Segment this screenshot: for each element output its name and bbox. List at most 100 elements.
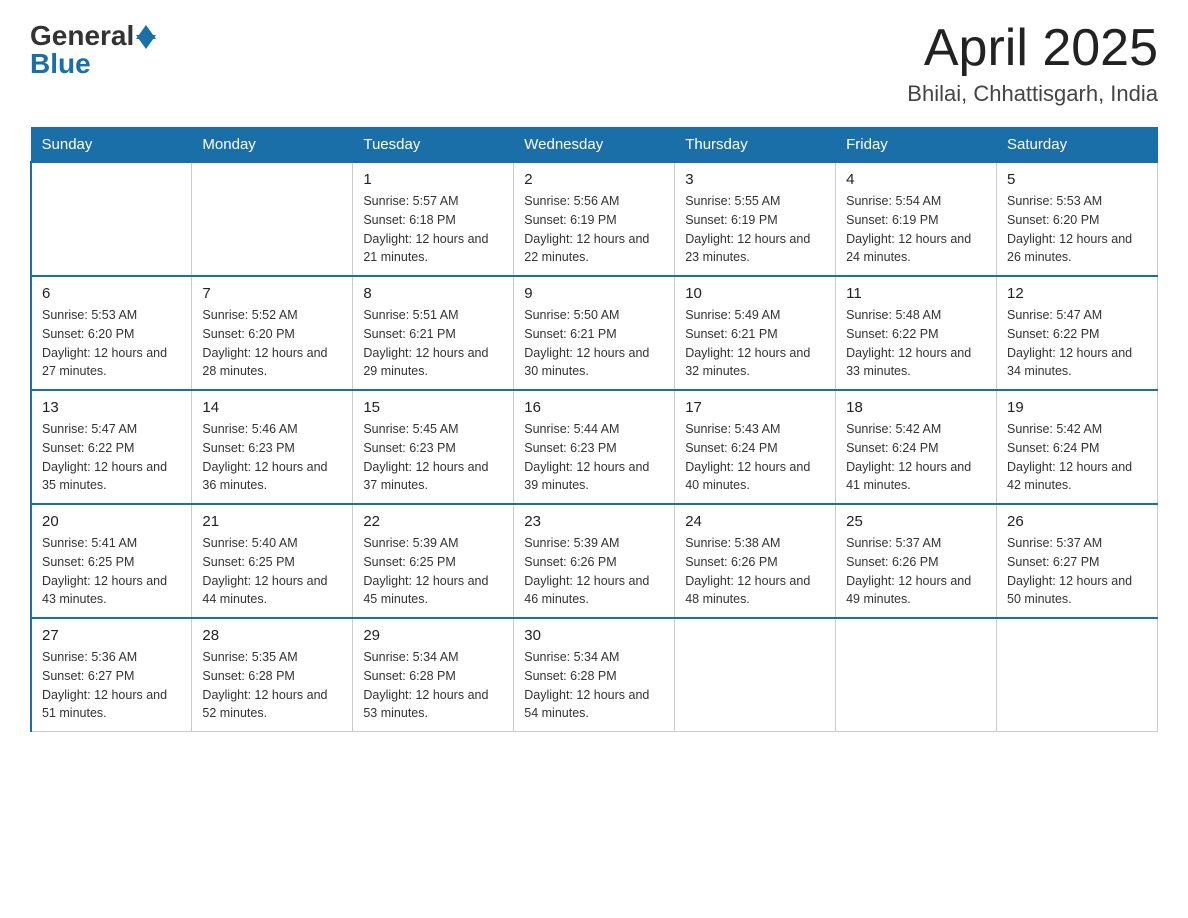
calendar-cell: 12 Sunrise: 5:47 AMSunset: 6:22 PMDayligh… — [997, 276, 1158, 390]
logo: General Blue — [30, 20, 156, 80]
day-number: 22 — [363, 513, 503, 530]
day-info: Sunrise: 5:34 AMSunset: 6:28 PMDaylight:… — [524, 648, 664, 723]
day-number: 6 — [42, 285, 181, 302]
day-info: Sunrise: 5:43 AMSunset: 6:24 PMDaylight:… — [685, 420, 825, 495]
calendar-header: SundayMondayTuesdayWednesdayThursdayFrid… — [31, 128, 1158, 163]
day-info: Sunrise: 5:51 AMSunset: 6:21 PMDaylight:… — [363, 306, 503, 381]
day-info: Sunrise: 5:39 AMSunset: 6:25 PMDaylight:… — [363, 534, 503, 609]
calendar-cell: 7 Sunrise: 5:52 AMSunset: 6:20 PMDaylight… — [192, 276, 353, 390]
day-number: 9 — [524, 285, 664, 302]
weekday-header-saturday: Saturday — [997, 128, 1158, 163]
day-number: 19 — [1007, 399, 1147, 416]
day-number: 20 — [42, 513, 181, 530]
calendar-cell: 2Sunrise: 5:56 AMSunset: 6:19 PMDaylight… — [514, 162, 675, 276]
day-number: 21 — [202, 513, 342, 530]
day-number: 23 — [524, 513, 664, 530]
day-info: Sunrise: 5:46 AMSunset: 6:23 PMDaylight:… — [202, 420, 342, 495]
day-number: 29 — [363, 627, 503, 644]
calendar-cell: 27 Sunrise: 5:36 AMSunset: 6:27 PMDayligh… — [31, 618, 192, 732]
day-number: 27 — [42, 627, 181, 644]
day-number: 17 — [685, 399, 825, 416]
day-number: 15 — [363, 399, 503, 416]
day-number: 13 — [42, 399, 181, 416]
day-number: 1 — [363, 171, 503, 188]
day-number: 25 — [846, 513, 986, 530]
calendar-cell: 17 Sunrise: 5:43 AMSunset: 6:24 PMDayligh… — [675, 390, 836, 504]
calendar-cell: 24 Sunrise: 5:38 AMSunset: 6:26 PMDayligh… — [675, 504, 836, 618]
day-number: 30 — [524, 627, 664, 644]
calendar-cell — [192, 162, 353, 276]
calendar-cell: 9 Sunrise: 5:50 AMSunset: 6:21 PMDaylight… — [514, 276, 675, 390]
day-number: 3 — [685, 171, 825, 188]
day-info: Sunrise: 5:53 AMSunset: 6:20 PMDaylight:… — [1007, 192, 1147, 267]
day-info: Sunrise: 5:37 AMSunset: 6:26 PMDaylight:… — [846, 534, 986, 609]
day-info: Sunrise: 5:40 AMSunset: 6:25 PMDaylight:… — [202, 534, 342, 609]
calendar-cell: 18 Sunrise: 5:42 AMSunset: 6:24 PMDayligh… — [836, 390, 997, 504]
weekday-header-thursday: Thursday — [675, 128, 836, 163]
day-number: 24 — [685, 513, 825, 530]
day-info: Sunrise: 5:34 AMSunset: 6:28 PMDaylight:… — [363, 648, 503, 723]
calendar-cell — [31, 162, 192, 276]
calendar-cell: 29 Sunrise: 5:34 AMSunset: 6:28 PMDayligh… — [353, 618, 514, 732]
day-number: 12 — [1007, 285, 1147, 302]
calendar-week-1: 1 Sunrise: 5:57 AMSunset: 6:18 PMDaylight… — [31, 162, 1158, 276]
weekday-header-friday: Friday — [836, 128, 997, 163]
calendar-cell: 28 Sunrise: 5:35 AMSunset: 6:28 PMDayligh… — [192, 618, 353, 732]
calendar-cell: 8 Sunrise: 5:51 AMSunset: 6:21 PMDaylight… — [353, 276, 514, 390]
calendar-cell: 22 Sunrise: 5:39 AMSunset: 6:25 PMDayligh… — [353, 504, 514, 618]
day-info: Sunrise: 5:38 AMSunset: 6:26 PMDaylight:… — [685, 534, 825, 609]
calendar-cell — [997, 618, 1158, 732]
day-info: Sunrise: 5:52 AMSunset: 6:20 PMDaylight:… — [202, 306, 342, 381]
calendar-cell: 30 Sunrise: 5:34 AMSunset: 6:28 PMDayligh… — [514, 618, 675, 732]
calendar-cell: 23 Sunrise: 5:39 AMSunset: 6:26 PMDayligh… — [514, 504, 675, 618]
calendar-cell: 11 Sunrise: 5:48 AMSunset: 6:22 PMDayligh… — [836, 276, 997, 390]
calendar-cell: 1 Sunrise: 5:57 AMSunset: 6:18 PMDaylight… — [353, 162, 514, 276]
day-info: Sunrise: 5:39 AMSunset: 6:26 PMDaylight:… — [524, 534, 664, 609]
calendar-cell: 26 Sunrise: 5:37 AMSunset: 6:27 PMDayligh… — [997, 504, 1158, 618]
calendar-cell: 16 Sunrise: 5:44 AMSunset: 6:23 PMDayligh… — [514, 390, 675, 504]
day-number: 10 — [685, 285, 825, 302]
calendar-cell: 20 Sunrise: 5:41 AMSunset: 6:25 PMDayligh… — [31, 504, 192, 618]
day-number: 14 — [202, 399, 342, 416]
day-info: Sunrise: 5:47 AMSunset: 6:22 PMDaylight:… — [1007, 306, 1147, 381]
calendar-week-5: 27 Sunrise: 5:36 AMSunset: 6:27 PMDayligh… — [31, 618, 1158, 732]
day-number: 8 — [363, 285, 503, 302]
day-info: Sunrise: 5:55 AMSunset: 6:19 PMDaylight:… — [685, 192, 825, 267]
day-info: Sunrise: 5:37 AMSunset: 6:27 PMDaylight:… — [1007, 534, 1147, 609]
weekday-header-wednesday: Wednesday — [514, 128, 675, 163]
day-info: Sunrise: 5:57 AMSunset: 6:18 PMDaylight:… — [363, 192, 503, 267]
calendar-cell: 6 Sunrise: 5:53 AMSunset: 6:20 PMDaylight… — [31, 276, 192, 390]
day-info: Sunrise: 5:44 AMSunset: 6:23 PMDaylight:… — [524, 420, 664, 495]
day-info: Sunrise: 5:42 AMSunset: 6:24 PMDaylight:… — [846, 420, 986, 495]
calendar-cell: 3 Sunrise: 5:55 AMSunset: 6:19 PMDaylight… — [675, 162, 836, 276]
calendar-cell: 13Sunrise: 5:47 AMSunset: 6:22 PMDayligh… — [31, 390, 192, 504]
day-number: 5 — [1007, 171, 1147, 188]
day-number: 18 — [846, 399, 986, 416]
day-number: 4 — [846, 171, 986, 188]
day-info: Sunrise: 5:50 AMSunset: 6:21 PMDaylight:… — [524, 306, 664, 381]
day-info: Sunrise: 5:36 AMSunset: 6:27 PMDaylight:… — [42, 648, 181, 723]
day-info: Sunrise: 5:53 AMSunset: 6:20 PMDaylight:… — [42, 306, 181, 381]
calendar-week-4: 20 Sunrise: 5:41 AMSunset: 6:25 PMDayligh… — [31, 504, 1158, 618]
logo-blue-text: Blue — [30, 48, 91, 80]
day-number: 16 — [524, 399, 664, 416]
calendar-cell: 4Sunrise: 5:54 AMSunset: 6:19 PMDaylight… — [836, 162, 997, 276]
day-number: 26 — [1007, 513, 1147, 530]
calendar-cell: 15Sunrise: 5:45 AMSunset: 6:23 PMDayligh… — [353, 390, 514, 504]
day-info: Sunrise: 5:35 AMSunset: 6:28 PMDaylight:… — [202, 648, 342, 723]
page-header: General Blue April 2025 Bhilai, Chhattis… — [30, 20, 1158, 107]
weekday-header-tuesday: Tuesday — [353, 128, 514, 163]
day-number: 11 — [846, 285, 986, 302]
day-number: 7 — [202, 285, 342, 302]
location-subtitle: Bhilai, Chhattisgarh, India — [907, 81, 1158, 107]
day-number: 2 — [524, 171, 664, 188]
calendar-week-2: 6 Sunrise: 5:53 AMSunset: 6:20 PMDaylight… — [31, 276, 1158, 390]
day-info: Sunrise: 5:41 AMSunset: 6:25 PMDaylight:… — [42, 534, 181, 609]
day-info: Sunrise: 5:48 AMSunset: 6:22 PMDaylight:… — [846, 306, 986, 381]
day-info: Sunrise: 5:42 AMSunset: 6:24 PMDaylight:… — [1007, 420, 1147, 495]
calendar-cell: 21 Sunrise: 5:40 AMSunset: 6:25 PMDayligh… — [192, 504, 353, 618]
calendar-cell: 14 Sunrise: 5:46 AMSunset: 6:23 PMDayligh… — [192, 390, 353, 504]
day-number: 28 — [202, 627, 342, 644]
weekday-header-sunday: Sunday — [31, 128, 192, 163]
calendar-cell — [675, 618, 836, 732]
